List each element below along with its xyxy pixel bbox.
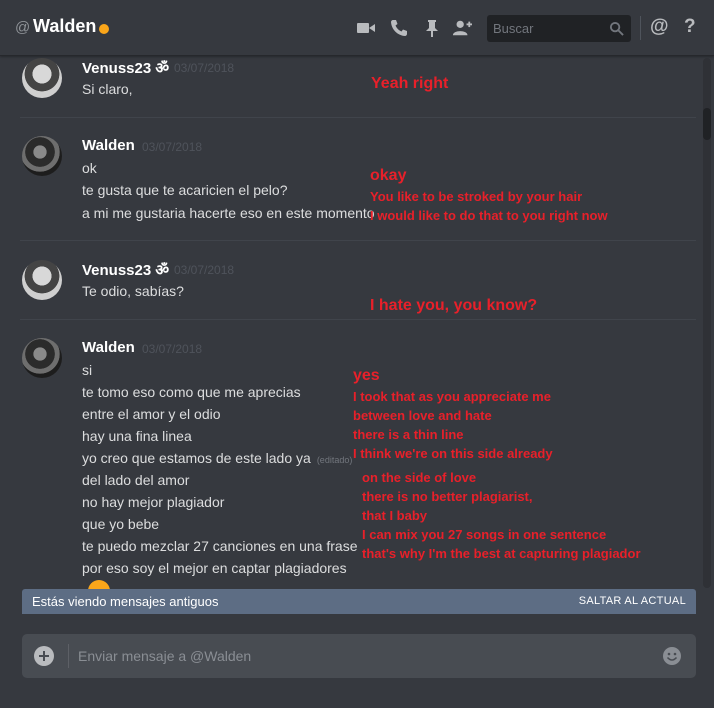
help-icon[interactable]: ? — [684, 16, 696, 38]
message-timestamp: 03/07/2018 — [174, 61, 235, 75]
translation-note: on the side of love — [362, 470, 477, 485]
scrollbar-thumb[interactable] — [703, 108, 711, 140]
pin-icon[interactable] — [422, 18, 442, 38]
at-symbol: @ — [15, 19, 31, 36]
phone-call-icon[interactable] — [389, 18, 409, 38]
avatar[interactable] — [22, 260, 62, 300]
video-call-icon[interactable] — [356, 18, 376, 38]
translation-note: between love and hate — [353, 408, 492, 423]
message-divider — [20, 319, 696, 320]
message-line: entre el amor y el odio — [82, 406, 221, 422]
emoji-picker-icon[interactable] — [662, 646, 682, 666]
message-input[interactable] — [78, 634, 648, 678]
message-line-text: yo creo que estamos de este lado ya — [82, 450, 311, 466]
translation-note: yes — [353, 367, 380, 384]
channel-header: @ Walden @ ? — [0, 0, 714, 56]
status-indicator — [99, 24, 109, 34]
upload-plus-icon[interactable] — [34, 646, 54, 666]
translation-note: I took that as you appreciate me — [353, 389, 551, 404]
translation-note: okay — [370, 167, 407, 184]
translation-note: there is a thin line — [353, 427, 464, 442]
mention-icon[interactable]: @ — [650, 16, 669, 38]
jump-to-present-button[interactable]: SALTAR AL ACTUAL — [579, 595, 686, 607]
message-line: por eso soy el mejor en captar plagiador… — [82, 560, 347, 576]
search-input[interactable] — [487, 15, 605, 42]
old-messages-text: Estás viendo mensajes antiguos — [32, 594, 219, 609]
header-divider — [640, 16, 641, 40]
message-line: te gusta que te acaricien el pelo? — [82, 182, 288, 198]
translation-note: that's why I'm the best at capturing pla… — [362, 546, 641, 561]
message-divider — [20, 117, 696, 118]
message-line: que yo bebe — [82, 516, 160, 532]
avatar[interactable] — [22, 58, 62, 98]
translation-note: I think we're on this side already — [353, 446, 553, 461]
avatar[interactable] — [22, 338, 62, 378]
search-icon — [609, 21, 624, 36]
translation-note: that I baby — [362, 508, 428, 523]
old-messages-bar: Estás viendo mensajes antiguos SALTAR AL… — [22, 589, 696, 614]
message-author[interactable]: Venuss23 ॐ — [82, 58, 169, 78]
translation-note: I hate you, you know? — [370, 297, 538, 314]
avatar[interactable] — [22, 136, 62, 176]
message-line: si — [82, 362, 93, 378]
composer-divider — [68, 644, 69, 668]
translation-note: Yeah right — [371, 75, 449, 92]
translation-note: there is no better plagiarist, — [362, 489, 533, 504]
message-line: te tomo eso como que me aprecias — [82, 384, 301, 400]
message-line: a mi me gustaria hacerte eso en este mom… — [82, 205, 375, 221]
message-line: hay una fina linea — [82, 428, 192, 444]
translation-note: I can mix you 27 songs in one sentence — [362, 527, 607, 542]
message-timestamp: 03/07/2018 — [142, 342, 203, 356]
message-timestamp: 03/07/2018 — [142, 140, 203, 154]
message-line: del lado del amor — [82, 472, 190, 488]
translation-note: You like to be stroked by your hair — [370, 189, 583, 204]
add-friend-icon[interactable] — [452, 18, 472, 38]
message-author[interactable]: Walden — [82, 137, 135, 154]
message-line: Si claro, — [82, 81, 133, 97]
message-author[interactable]: Venuss23 ॐ — [82, 260, 169, 280]
message-line: yo creo que estamos de este lado ya (edit… — [82, 450, 352, 466]
scrollbar-track[interactable] — [703, 58, 711, 588]
message-line: Te odio, sabías? — [82, 283, 184, 299]
channel-name[interactable]: Walden — [33, 16, 96, 37]
message-composer — [22, 634, 696, 678]
message-line: te puedo mezclar 27 canciones en una fra… — [82, 538, 358, 554]
message-line: no hay mejor plagiador — [82, 494, 225, 510]
message-author[interactable]: Walden — [82, 339, 135, 356]
message-timestamp: 03/07/2018 — [174, 263, 235, 277]
translation-note: I would like to do that to you right now — [370, 208, 608, 223]
edited-label: (editado) — [316, 455, 353, 465]
message-divider — [20, 240, 696, 241]
message-line: ok — [82, 160, 97, 176]
search-box[interactable] — [487, 15, 631, 42]
